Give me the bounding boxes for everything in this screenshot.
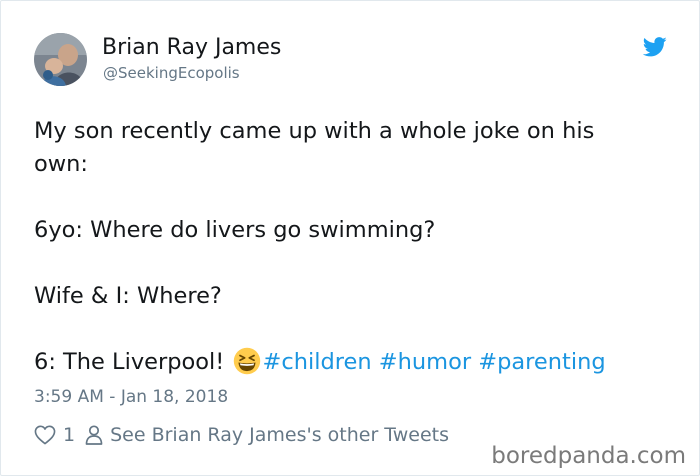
tweet-line: Wife & I: Where? [34,283,222,309]
person-icon[interactable] [85,425,103,445]
avatar-image [34,33,87,86]
hashtag-parenting[interactable]: #parenting [478,349,605,375]
tweet-line: own: [34,151,89,177]
see-other-tweets-link[interactable]: See Brian Ray James's other Tweets [110,424,449,446]
boredpanda-watermark: boredpanda.com [485,442,686,470]
author-avatar[interactable] [34,33,87,86]
tweet-card: Brian Ray James @SeekingEcopolis My son … [0,0,700,476]
tweet-line: 6yo: Where do livers go swimming? [34,217,436,243]
tweet-line: 6: The Liverpool! [34,349,225,375]
hashtag-humor[interactable]: #humor [379,349,471,375]
author-handle[interactable]: @SeekingEcopolis [103,63,240,83]
tweet-line: My son recently came up with a whole jok… [34,118,595,144]
tweet-actions: 1 See Brian Ray James's other Tweets [34,422,449,448]
heart-icon[interactable] [34,425,56,445]
tweet-timestamp[interactable]: 3:59 AM - Jan 18, 2018 [34,385,228,409]
like-count: 1 [63,424,76,446]
tweet-body: My son recently came up with a whole jok… [34,115,674,379]
twitter-bird-icon[interactable] [643,37,667,57]
hashtag-children[interactable]: #children [262,349,371,375]
tweet-last-line: 6: The Liverpool! #children #humor #pare… [34,346,674,379]
author-display-name[interactable]: Brian Ray James [102,34,281,62]
grinning-squinting-face-emoji [234,347,261,375]
